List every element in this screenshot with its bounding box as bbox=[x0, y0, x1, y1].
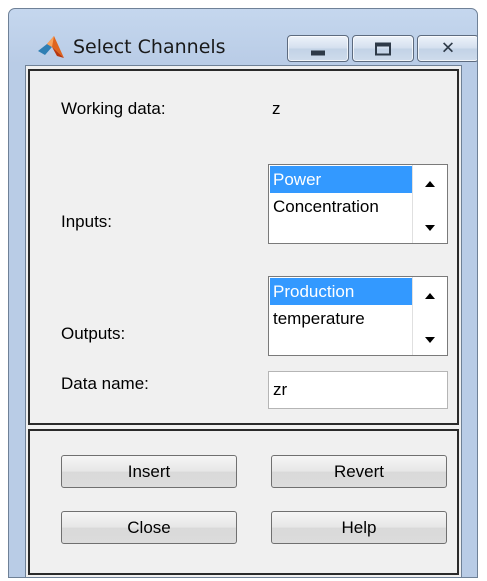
close-button[interactable]: Close bbox=[61, 511, 237, 544]
working-data-label: Working data: bbox=[61, 99, 166, 118]
revert-button[interactable]: Revert bbox=[271, 455, 447, 488]
scroll-up-icon[interactable] bbox=[425, 181, 435, 187]
close-window-button[interactable]: ✕ bbox=[417, 35, 477, 62]
close-icon: ✕ bbox=[440, 38, 456, 58]
insert-button[interactable]: Insert bbox=[61, 455, 237, 488]
inputs-scrollbar[interactable] bbox=[412, 165, 447, 243]
minimize-icon bbox=[311, 50, 325, 55]
data-name-input[interactable]: zr bbox=[268, 371, 448, 409]
inputs-listbox[interactable]: Power Concentration bbox=[268, 164, 448, 244]
window-title: Select Channels bbox=[73, 36, 226, 58]
dialog-client-area: Working data: z Inputs: Power Concentrat… bbox=[25, 65, 462, 577]
outputs-listbox[interactable]: Production temperature bbox=[268, 276, 448, 356]
outputs-list-item[interactable]: Production bbox=[270, 278, 413, 305]
select-channels-window: Select Channels ✕ Working data: z Inputs… bbox=[8, 8, 478, 578]
outputs-list-item[interactable]: temperature bbox=[270, 305, 413, 332]
outputs-label: Outputs: bbox=[61, 324, 126, 343]
title-bar[interactable]: Select Channels ✕ bbox=[9, 9, 477, 65]
maximize-icon bbox=[375, 42, 391, 55]
inputs-list-item[interactable]: Power bbox=[270, 166, 413, 193]
scroll-down-icon[interactable] bbox=[425, 337, 435, 343]
action-buttons-panel: Insert Revert Close Help bbox=[28, 429, 459, 575]
inputs-label: Inputs: bbox=[61, 212, 113, 231]
minimize-button[interactable] bbox=[287, 35, 349, 62]
channel-selection-panel: Working data: z Inputs: Power Concentrat… bbox=[28, 69, 459, 425]
data-name-label: Data name: bbox=[61, 374, 149, 393]
working-data-value: z bbox=[272, 99, 281, 118]
matlab-logo-icon bbox=[38, 36, 64, 58]
scroll-up-icon[interactable] bbox=[425, 293, 435, 299]
maximize-button[interactable] bbox=[352, 35, 414, 62]
outputs-scrollbar[interactable] bbox=[412, 277, 447, 355]
inputs-list-item[interactable]: Concentration bbox=[270, 193, 413, 220]
help-button[interactable]: Help bbox=[271, 511, 447, 544]
scroll-down-icon[interactable] bbox=[425, 225, 435, 231]
